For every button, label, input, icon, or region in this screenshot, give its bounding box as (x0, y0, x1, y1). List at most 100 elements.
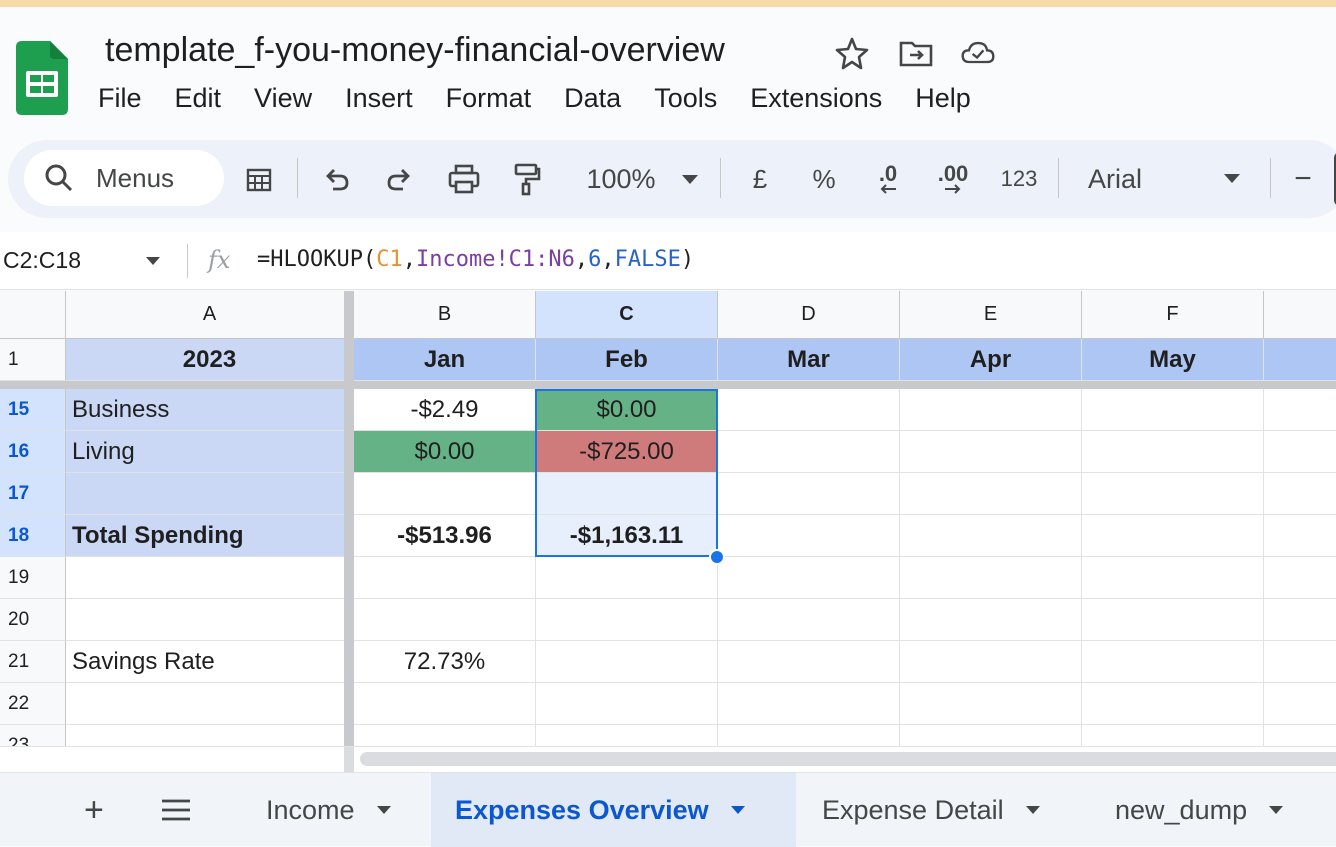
number-format-button[interactable]: 123 (994, 158, 1044, 200)
tab-expenses-overview[interactable]: Expenses Overview (431, 773, 796, 847)
undo-button[interactable] (318, 158, 354, 200)
tab-expense-detail[interactable]: Expense Detail (822, 773, 1082, 847)
name-box[interactable]: C2:C18 (3, 247, 81, 274)
empty-cell[interactable] (718, 641, 900, 683)
tab-new-dump[interactable]: new_dump (1115, 773, 1336, 847)
feb-cell[interactable]: -$1,163.11 (536, 515, 718, 557)
menu-edit[interactable]: Edit (175, 83, 222, 114)
empty-cell[interactable] (1082, 431, 1264, 473)
row-header[interactable]: 20 (0, 599, 66, 641)
empty-cell[interactable] (900, 557, 1082, 599)
freeze-divider[interactable] (344, 747, 354, 773)
label-cell[interactable]: Total Spending (66, 515, 354, 557)
increase-decimal-button[interactable]: .00 (930, 158, 976, 200)
empty-cell[interactable] (1264, 557, 1336, 599)
column-header[interactable]: D (718, 291, 900, 339)
all-sheets-button[interactable] (160, 773, 194, 847)
label-cell[interactable]: Business (66, 389, 354, 431)
jan-cell[interactable]: $0.00 (354, 431, 536, 473)
menu-tools[interactable]: Tools (654, 83, 717, 114)
frozen-rows-divider[interactable] (0, 381, 1336, 389)
paint-format-button[interactable] (508, 158, 544, 200)
empty-cell[interactable] (1082, 557, 1264, 599)
menu-extensions[interactable]: Extensions (750, 83, 882, 114)
chevron-down-icon[interactable] (146, 257, 160, 265)
empty-cell[interactable] (1264, 431, 1336, 473)
feb-cell[interactable] (536, 473, 718, 515)
star-icon[interactable] (834, 35, 870, 71)
redo-button[interactable] (382, 158, 418, 200)
column-header[interactable]: B (354, 291, 536, 339)
cloud-saved-icon[interactable] (960, 35, 996, 71)
empty-cell[interactable] (900, 473, 1082, 515)
year-cell[interactable]: 2023 (66, 339, 354, 381)
empty-cell[interactable] (900, 641, 1082, 683)
label-cell[interactable] (66, 599, 354, 641)
jan-cell[interactable]: 72.73% (354, 641, 536, 683)
menu-insert[interactable]: Insert (345, 83, 413, 114)
empty-cell[interactable] (1082, 725, 1264, 746)
jan-cell[interactable]: -$513.96 (354, 515, 536, 557)
empty-cell[interactable] (1264, 641, 1336, 683)
empty-cell[interactable] (900, 431, 1082, 473)
jan-cell[interactable] (354, 725, 536, 746)
empty-cell[interactable] (1264, 725, 1336, 746)
row-header[interactable]: 23 (0, 725, 66, 746)
jan-cell[interactable] (354, 599, 536, 641)
empty-cell[interactable] (900, 515, 1082, 557)
label-cell[interactable]: Living (66, 431, 354, 473)
spreadsheet-grid[interactable]: ABCDEF12023JanFebMarAprMayJ15Business-$2… (0, 291, 1336, 746)
empty-cell[interactable] (1264, 683, 1336, 725)
month-header-cell[interactable]: Jan (354, 339, 536, 381)
formula-input[interactable]: =HLOOKUP(C1,Income!C1:N6,6,FALSE) (257, 247, 694, 272)
font-select[interactable]: Arial (1088, 158, 1258, 200)
label-cell[interactable] (66, 557, 354, 599)
row-header[interactable]: 22 (0, 683, 66, 725)
empty-cell[interactable] (1082, 599, 1264, 641)
empty-cell[interactable] (1082, 683, 1264, 725)
menu-format[interactable]: Format (446, 83, 532, 114)
empty-cell[interactable] (900, 683, 1082, 725)
menu-search-box[interactable]: Menus (24, 150, 224, 206)
feb-cell[interactable]: $0.00 (536, 389, 718, 431)
zoom-select[interactable]: 100% (576, 158, 708, 200)
empty-cell[interactable] (900, 599, 1082, 641)
row-header[interactable]: 15 (0, 389, 66, 431)
label-cell[interactable] (66, 683, 354, 725)
empty-cell[interactable] (718, 683, 900, 725)
empty-cell[interactable] (1264, 389, 1336, 431)
empty-cell[interactable] (1082, 641, 1264, 683)
empty-cell[interactable] (718, 515, 900, 557)
fill-handle[interactable] (709, 549, 725, 565)
empty-cell[interactable] (1264, 515, 1336, 557)
month-header-cell[interactable]: Feb (536, 339, 718, 381)
month-header-cell[interactable]: J (1264, 339, 1336, 381)
column-header[interactable] (1264, 291, 1336, 339)
tab-income[interactable]: Income (266, 773, 416, 847)
row-header[interactable]: 17 (0, 473, 66, 515)
label-cell[interactable]: Savings Rate (66, 641, 354, 683)
empty-cell[interactable] (900, 389, 1082, 431)
column-header[interactable]: C (536, 291, 718, 339)
row-header[interactable]: 21 (0, 641, 66, 683)
menu-file[interactable]: File (98, 83, 142, 114)
insert-table-button[interactable] (242, 158, 276, 200)
row-header[interactable]: 16 (0, 431, 66, 473)
month-header-cell[interactable]: May (1082, 339, 1264, 381)
feb-cell[interactable] (536, 725, 718, 746)
decrease-font-size-button[interactable]: − (1290, 158, 1316, 200)
jan-cell[interactable] (354, 557, 536, 599)
feb-cell[interactable]: -$725.00 (536, 431, 718, 473)
month-header-cell[interactable]: Mar (718, 339, 900, 381)
empty-cell[interactable] (1082, 473, 1264, 515)
sheets-logo-icon[interactable] (16, 41, 68, 115)
menu-help[interactable]: Help (915, 83, 971, 114)
currency-format-button[interactable]: £ (746, 158, 774, 200)
row-header[interactable]: 18 (0, 515, 66, 557)
decrease-decimal-button[interactable]: .0 (868, 158, 908, 200)
select-all-corner[interactable] (0, 291, 66, 339)
month-header-cell[interactable]: Apr (900, 339, 1082, 381)
empty-cell[interactable] (1082, 515, 1264, 557)
column-header[interactable]: E (900, 291, 1082, 339)
empty-cell[interactable] (718, 557, 900, 599)
